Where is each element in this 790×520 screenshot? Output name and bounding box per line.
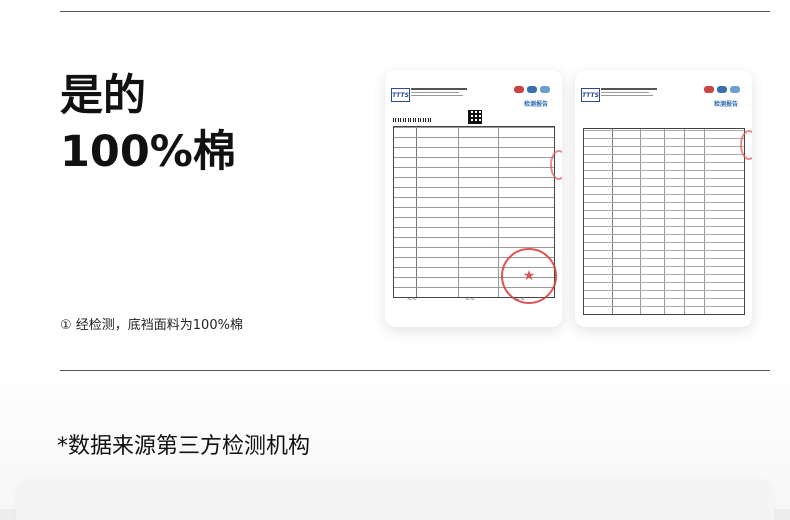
report-org-lines [601, 87, 657, 96]
edge-stamp [550, 150, 562, 180]
caption: ① 经检测，底裆面料为100%棉 [60, 318, 243, 333]
barcode-icon [393, 118, 433, 122]
certification-marks [704, 86, 744, 94]
headline-line-1: 是的 [60, 71, 146, 121]
report-logo: TTTS [581, 88, 600, 102]
report-table [583, 128, 745, 315]
red-stamp-star-icon: ★ [501, 248, 557, 304]
signature-1: ~~ [407, 296, 418, 303]
next-card-edge [16, 480, 774, 520]
signature-2: ~~ [465, 296, 476, 303]
headline-line-2: 100%棉 [60, 127, 236, 177]
test-report-image-1: TTTS 检测报告 ★ ~~ ~~ ~~ [385, 70, 562, 327]
report-org-lines [411, 87, 467, 96]
certification-marks [514, 86, 554, 94]
report-title: 检测报告 [523, 101, 548, 108]
top-divider [60, 11, 770, 12]
signature-3: ~~ [515, 296, 526, 303]
report-logo: TTTS [391, 88, 410, 102]
edge-stamp [740, 130, 752, 160]
headline: 是的 100%棉 [60, 68, 236, 180]
source-note: *数据来源第三方检测机构 [57, 434, 311, 459]
middle-divider [60, 370, 770, 371]
qr-code-icon [468, 110, 482, 124]
test-report-image-2: TTTS 检测报告 [575, 70, 752, 327]
report-title: 检测报告 [713, 101, 738, 108]
